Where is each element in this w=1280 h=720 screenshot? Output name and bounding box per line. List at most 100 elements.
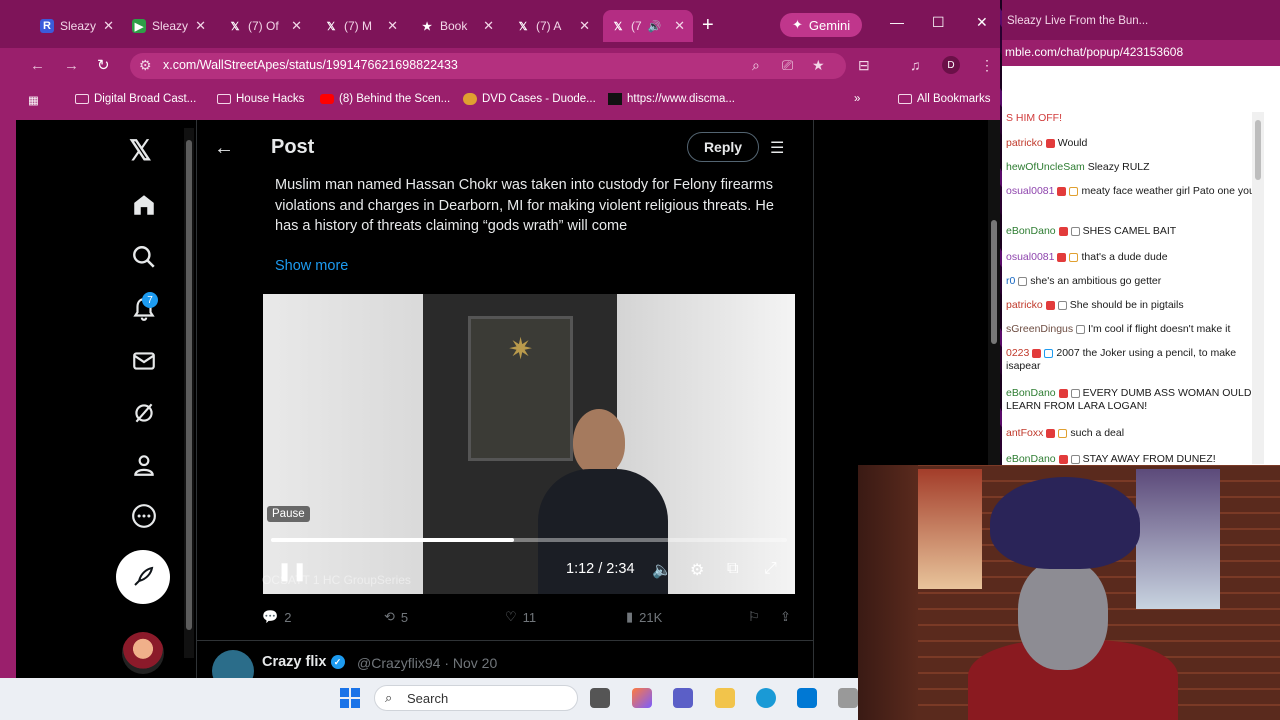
apps-grid-icon[interactable]: ▦ (28, 93, 39, 107)
browser-tab-3[interactable]: 𝕏 (7) Of ✕ (220, 14, 310, 38)
windows-start-icon[interactable] (340, 688, 360, 708)
gemini-button[interactable]: ✦ Gemini (780, 13, 863, 37)
menu-kebab-icon[interactable]: ⋮ (980, 57, 994, 74)
grok-icon[interactable] (131, 400, 157, 426)
close-tab-icon[interactable]: ✕ (103, 18, 114, 34)
badge-icon (1046, 428, 1056, 438)
chat-popup-window: Sleazy Live From the Bun... mble.com/cha… (1002, 0, 1280, 465)
all-bookmarks[interactable]: All Bookmarks (898, 93, 991, 105)
show-more-link[interactable]: Show more (275, 258, 348, 274)
close-tab-icon[interactable]: ✕ (483, 18, 494, 34)
browser-tab-1[interactable]: R Sleazy ✕ (32, 14, 122, 38)
minimize-icon[interactable]: — (890, 14, 904, 30)
close-tab-icon[interactable]: ✕ (291, 18, 302, 34)
media-control-icon[interactable]: ♫ (910, 57, 921, 73)
zoom-icon[interactable]: ⌕ (752, 57, 760, 74)
reload-icon[interactable]: ↻ (97, 56, 110, 74)
close-tab-icon[interactable]: ✕ (387, 18, 398, 34)
video-progress-bar[interactable] (271, 538, 787, 542)
browser-tab-5[interactable]: ★ Book ✕ (412, 14, 502, 38)
browser-tab-4[interactable]: 𝕏 (7) M ✕ (316, 14, 406, 38)
close-tab-icon[interactable]: ✕ (579, 18, 590, 34)
all-bookmarks-label: All Bookmarks (917, 93, 991, 105)
pause-icon[interactable]: ❚❚ (277, 561, 307, 582)
taskbar-app-icon[interactable] (838, 688, 858, 708)
views-action[interactable]: ▮ 21K (626, 609, 662, 625)
bookmark-2[interactable]: House Hacks (217, 93, 304, 105)
sidebar-scrollbar[interactable] (184, 128, 194, 658)
new-tab-icon[interactable]: + (702, 14, 714, 37)
browser-tab-2[interactable]: ▶ Sleazy ✕ (124, 14, 214, 38)
youtube-icon (320, 94, 334, 104)
x-logo-icon[interactable]: 𝕏 (129, 134, 152, 167)
bookmark-5[interactable]: https://www.discma... (608, 93, 735, 105)
tab-label: (7 (631, 19, 642, 33)
back-icon[interactable]: ← (30, 57, 45, 74)
share-icon[interactable]: ⇪ (780, 609, 791, 625)
video-settings-gear-icon[interactable]: ⚙ (690, 560, 704, 580)
copilot-icon[interactable] (632, 688, 652, 708)
teams-icon[interactable] (673, 688, 693, 708)
video-player[interactable]: ✷ (263, 294, 795, 594)
more-bookmarks-icon[interactable]: » (854, 93, 860, 105)
close-window-icon[interactable]: ✕ (976, 14, 988, 31)
forward-icon[interactable]: → (64, 57, 79, 74)
close-tab-icon[interactable]: ✕ (195, 18, 206, 34)
task-view-icon[interactable] (590, 688, 610, 708)
filter-sliders-icon[interactable]: ☰ (770, 138, 784, 158)
chat-message: 0223 2007 the Joker using a pencil, to ma… (1006, 347, 1237, 372)
file-explorer-icon[interactable] (715, 688, 735, 708)
speaker-icon[interactable]: 🔊 (648, 20, 662, 33)
badge-icon (1058, 454, 1068, 464)
repost-icon: ⟲ (384, 609, 395, 624)
bookmark-icon[interactable]: ⚐ (748, 609, 760, 625)
bookmark-1[interactable]: Digital Broad Cast... (75, 93, 196, 105)
rumble-icon: R (40, 19, 54, 33)
emoji-badge-icon (1057, 300, 1067, 310)
pip-icon[interactable]: ⧉ (727, 560, 738, 578)
compose-post-button[interactable] (116, 550, 170, 604)
next-post-author[interactable]: Crazy flix ✓ (262, 654, 345, 670)
url-text[interactable]: x.com/WallStreetApes/status/199147662169… (163, 58, 458, 72)
maximize-icon[interactable]: ☐ (932, 14, 945, 31)
close-tab-icon[interactable]: ✕ (674, 18, 685, 34)
repost-action[interactable]: ⟲ 5 (384, 609, 408, 625)
reply-button[interactable]: Reply (687, 132, 759, 162)
bookmark-star-icon[interactable]: ★ (812, 57, 825, 74)
cast-icon[interactable]: ⎚ (782, 57, 793, 74)
more-options-icon[interactable] (131, 503, 157, 529)
chat-address-bar[interactable]: mble.com/chat/popup/423153608 (1002, 40, 1280, 66)
explore-search-icon[interactable] (131, 244, 157, 270)
webcam-feed (858, 465, 1280, 720)
tab-label: (7) M (344, 19, 372, 33)
browser-tab-active[interactable]: 𝕏 (7 🔊 ✕ (603, 10, 693, 42)
next-post-handle[interactable]: @Crazyflix94 · Nov 20 (357, 655, 497, 671)
taskbar-search-input[interactable]: ⌕ Search (374, 685, 578, 711)
like-action[interactable]: ♡ 11 (505, 609, 536, 625)
store-icon[interactable] (797, 688, 817, 708)
site-info-icon[interactable]: ⚙ (139, 57, 152, 74)
volume-icon[interactable]: 🔈 (652, 560, 672, 580)
chat-message: osual0081 meaty face weather girl Pato on… (1006, 185, 1255, 197)
bookmark-4[interactable]: DVD Cases - Duode... (463, 93, 596, 105)
reading-list-icon[interactable]: ⊟ (858, 57, 870, 74)
emoji-badge-icon (1076, 324, 1086, 334)
chat-message: sGreenDingus I'm cool if flight doesn't … (1006, 323, 1231, 335)
home-icon[interactable] (131, 192, 157, 218)
post-divider (196, 640, 814, 641)
tab-label: (7) A (536, 19, 562, 33)
messages-envelope-icon[interactable] (131, 348, 157, 374)
browser-tab-6[interactable]: 𝕏 (7) A ✕ (508, 14, 598, 38)
profile-person-icon[interactable] (131, 452, 157, 478)
profile-avatar[interactable]: D (942, 56, 960, 74)
account-avatar[interactable] (122, 632, 164, 674)
emoji-badge-icon (1070, 226, 1080, 236)
edge-icon[interactable] (756, 688, 776, 708)
bookmark-3[interactable]: (8) Behind the Scen... (320, 93, 450, 105)
reply-action[interactable]: 💬 2 (262, 609, 291, 625)
chat-scrollbar[interactable] (1252, 112, 1264, 464)
fullscreen-icon[interactable]: ⤢ (764, 560, 777, 578)
reply-count: 2 (284, 609, 292, 625)
desktop: R Sleazy ✕ ▶ Sleazy ✕ 𝕏 (7) Of ✕ 𝕏 (7) M… (0, 0, 1280, 720)
back-arrow-icon[interactable]: ← (214, 137, 234, 160)
